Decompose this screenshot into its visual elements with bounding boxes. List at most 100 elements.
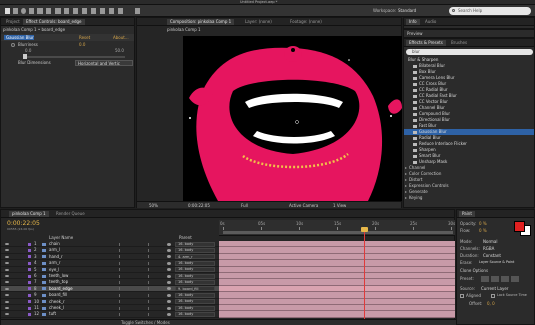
- parent-dropdown[interactable]: 16. body: [175, 267, 215, 273]
- eraser-tool-icon[interactable]: [100, 8, 105, 14]
- blur-dimensions-dropdown[interactable]: Horizontal and Vertic: [75, 60, 133, 66]
- visibility-eye-icon[interactable]: [5, 294, 9, 297]
- tab-footage[interactable]: Footage: (none): [287, 19, 325, 25]
- parent-dropdown[interactable]: 4. arm_r: [175, 254, 215, 260]
- layer-switches[interactable]: [119, 248, 149, 252]
- visibility-eye-icon[interactable]: [5, 243, 9, 245]
- slider-handle[interactable]: [23, 54, 27, 59]
- parent-dropdown[interactable]: 16. body: [175, 273, 215, 279]
- preset-button-2[interactable]: [491, 276, 499, 282]
- zoom-dropdown[interactable]: 50%: [149, 203, 158, 208]
- parent-dropdown[interactable]: 16. body: [175, 292, 215, 298]
- current-time-indicator[interactable]: [364, 228, 365, 320]
- workspace-dropdown[interactable]: Standard: [398, 9, 416, 13]
- tab-audio[interactable]: Audio: [422, 19, 439, 25]
- parent-pickwhip-icon[interactable]: [167, 293, 171, 297]
- reset-link[interactable]: Reset: [79, 36, 90, 40]
- layer-label-color[interactable]: [28, 300, 31, 304]
- visibility-eye-icon[interactable]: [5, 255, 9, 258]
- visibility-eye-icon[interactable]: [5, 262, 9, 265]
- layer-name[interactable]: cheek_l: [49, 306, 64, 310]
- visibility-eye-icon[interactable]: [5, 249, 9, 252]
- camera-dropdown[interactable]: Active Camera: [289, 203, 318, 208]
- comp-viewer[interactable]: [183, 36, 402, 201]
- parent-pickwhip-icon[interactable]: [167, 242, 171, 246]
- aligned-checkbox[interactable]: [460, 294, 464, 298]
- playhead-handle[interactable]: [361, 227, 368, 232]
- comp-timecode[interactable]: 0:00:22:05: [188, 203, 210, 208]
- layer-name[interactable]: chain: [49, 242, 60, 246]
- layer-switches[interactable]: [119, 312, 149, 316]
- tab-info[interactable]: Info: [406, 19, 420, 25]
- preset-button-1[interactable]: [481, 276, 489, 282]
- pen-tool-icon[interactable]: [64, 8, 69, 14]
- parent-dropdown[interactable]: 16. body: [175, 299, 215, 305]
- lock-source-time-checkbox[interactable]: [491, 294, 495, 298]
- visibility-eye-icon[interactable]: [5, 281, 9, 284]
- about-link[interactable]: About...: [113, 36, 129, 40]
- camera-tool-icon[interactable]: [37, 8, 43, 14]
- tab-layer[interactable]: Layer: (none): [242, 19, 275, 25]
- type-tool-icon[interactable]: [73, 8, 78, 14]
- layer-label-color[interactable]: [28, 268, 31, 272]
- visibility-eye-icon[interactable]: [5, 313, 9, 316]
- layer-switches[interactable]: [119, 287, 149, 291]
- flow-value[interactable]: 0 %: [479, 229, 487, 233]
- visibility-eye-icon[interactable]: [5, 287, 9, 290]
- parent-dropdown[interactable]: 9. board_fill: [175, 286, 215, 292]
- layer-name[interactable]: hand_r: [49, 254, 63, 259]
- puppet-pin-tool-icon[interactable]: [135, 8, 140, 14]
- rotate-tool-icon[interactable]: [29, 8, 34, 14]
- preset-button-4[interactable]: [511, 276, 519, 282]
- layer-label-color[interactable]: [28, 248, 31, 252]
- layer-label-color[interactable]: [28, 293, 31, 297]
- preset-button-3[interactable]: [501, 276, 509, 282]
- comp-subtab[interactable]: pinkolaa Comp 1: [167, 28, 201, 32]
- offset-value[interactable]: 0, 0: [487, 302, 495, 306]
- visibility-eye-icon[interactable]: [5, 275, 9, 277]
- parent-pickwhip-icon[interactable]: [167, 261, 171, 265]
- tab-brushes[interactable]: Brushes: [448, 40, 470, 46]
- layer-switches[interactable]: [119, 268, 149, 272]
- layer-label-color[interactable]: [28, 287, 31, 291]
- toggle-switches-modes[interactable]: Toggle Switches / Modes: [121, 321, 170, 325]
- parent-pickwhip-icon[interactable]: [167, 300, 171, 304]
- time-ruler[interactable]: 0s 05s 10s 15s 20s 25s 30s: [219, 220, 455, 236]
- layer-name[interactable]: tuft: [49, 312, 56, 316]
- layer-name[interactable]: arm_l: [49, 248, 60, 252]
- layer-label-color[interactable]: [28, 274, 31, 278]
- mask-tool-icon[interactable]: [55, 8, 61, 14]
- parent-pickwhip-icon[interactable]: [167, 306, 171, 310]
- tab-render-queue[interactable]: Render Queue: [53, 211, 88, 217]
- parent-dropdown[interactable]: 16. body: [175, 247, 215, 253]
- resolution-dropdown[interactable]: Full: [241, 203, 248, 208]
- brush-tool-icon[interactable]: [82, 8, 87, 14]
- layer-label-color[interactable]: [28, 280, 31, 284]
- parent-pickwhip-icon[interactable]: [167, 274, 171, 278]
- channels-value[interactable]: RGBA: [483, 247, 494, 251]
- blurriness-value[interactable]: 0.0: [79, 43, 85, 47]
- tab-effects-presets[interactable]: Effects & Presets: [406, 40, 446, 46]
- parent-dropdown[interactable]: 16. body: [175, 305, 215, 311]
- layer-label-color[interactable]: [28, 312, 31, 316]
- erase-value[interactable]: Layer Source & Paint: [479, 260, 514, 264]
- tab-comp-timeline[interactable]: pinkolaa Comp 1: [9, 211, 49, 217]
- layer-switches[interactable]: [119, 261, 149, 265]
- search-help-field[interactable]: Search Help: [449, 7, 531, 15]
- tab-project[interactable]: Project: [3, 19, 23, 25]
- layer-switches[interactable]: [119, 280, 149, 284]
- work-area-bar[interactable]: [223, 231, 453, 234]
- layer-label-color[interactable]: [28, 255, 31, 259]
- blurriness-slider[interactable]: [23, 54, 125, 59]
- layer-switches[interactable]: [119, 293, 149, 297]
- layer-switches[interactable]: [119, 255, 149, 259]
- visibility-eye-icon[interactable]: [5, 300, 9, 303]
- layer-label-color[interactable]: [28, 242, 31, 246]
- effects-search-field[interactable]: blur: [406, 49, 533, 55]
- tab-paint[interactable]: Paint: [459, 211, 475, 217]
- selection-tool-icon[interactable]: [5, 8, 10, 14]
- source-value[interactable]: Current Layer: [481, 287, 508, 291]
- layer-name[interactable]: teeth_low: [49, 274, 68, 278]
- effect-header-row[interactable]: Gaussian Blur Reset About...: [1, 34, 134, 41]
- layer-switches[interactable]: [119, 274, 149, 278]
